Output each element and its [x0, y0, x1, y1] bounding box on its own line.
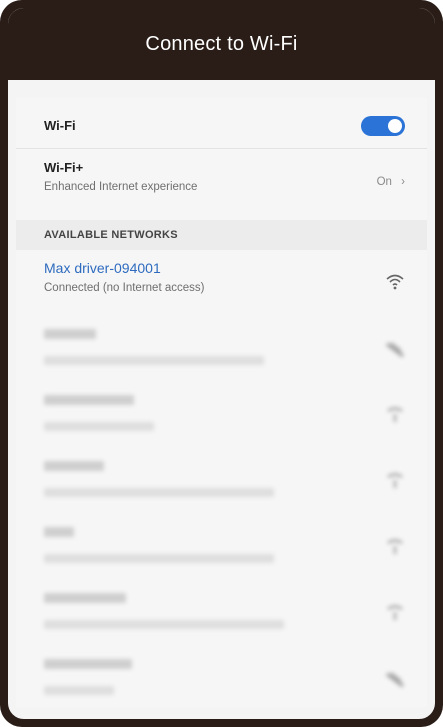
network-status-blurred [44, 422, 154, 431]
network-item-blurred[interactable] [16, 524, 427, 574]
chevron-right-icon: › [401, 176, 405, 188]
toggle-knob [388, 119, 402, 133]
network-name-blurred [44, 527, 74, 537]
dialog: Connect to Wi-Fi Wi-Fi Wi-Fi+ Enhanced I… [6, 6, 437, 721]
wifi-plus-subtitle: Enhanced Internet experience [44, 181, 198, 193]
network-status: Connected (no Internet access) [44, 282, 205, 294]
wifi-signal-icon [387, 539, 403, 554]
network-status-blurred [44, 620, 284, 629]
wifi-signal-icon [387, 605, 403, 620]
wifi-settings-screen: Wi-Fi Wi-Fi+ Enhanced Internet experienc… [16, 98, 427, 707]
wifi-plus-row[interactable]: Wi-Fi+ Enhanced Internet experience On › [16, 160, 427, 212]
network-status-blurred [44, 356, 264, 365]
wifi-toggle-switch[interactable] [361, 116, 405, 136]
network-status-blurred [44, 686, 114, 695]
network-item-blurred[interactable] [16, 656, 427, 706]
wifi-signal-icon [386, 274, 404, 290]
wifi-plus-status: On [376, 176, 392, 188]
wifi-plus-value: On › [377, 176, 405, 188]
wifi-plus-label: Wi-Fi+ [44, 160, 84, 175]
wifi-signal-icon [387, 473, 403, 488]
network-name-blurred [44, 659, 132, 669]
network-item-blurred[interactable] [16, 458, 427, 508]
network-name-blurred [44, 329, 96, 339]
network-item-blurred[interactable] [16, 392, 427, 442]
network-name-blurred [44, 461, 104, 471]
wifi-label: Wi-Fi [44, 118, 76, 133]
network-name-blurred [44, 395, 134, 405]
device-frame: Connect to Wi-Fi Wi-Fi Wi-Fi+ Enhanced I… [0, 0, 443, 727]
network-status-blurred [44, 554, 274, 563]
section-header: AVAILABLE NETWORKS [16, 220, 427, 250]
divider [16, 148, 427, 149]
network-item-blurred[interactable] [16, 590, 427, 640]
network-status-blurred [44, 488, 274, 497]
wifi-signal-lock-icon [386, 342, 404, 358]
wifi-signal-lock-icon [386, 672, 404, 688]
network-name: Max driver-094001 [44, 260, 161, 276]
network-item-connected[interactable]: Max driver-094001 Connected (no Internet… [16, 260, 427, 310]
network-item-blurred[interactable] [16, 326, 427, 376]
network-name-blurred [44, 593, 126, 603]
wifi-toggle-row[interactable]: Wi-Fi [16, 106, 427, 146]
page-title: Connect to Wi-Fi [8, 8, 435, 80]
wifi-signal-icon [387, 407, 403, 422]
